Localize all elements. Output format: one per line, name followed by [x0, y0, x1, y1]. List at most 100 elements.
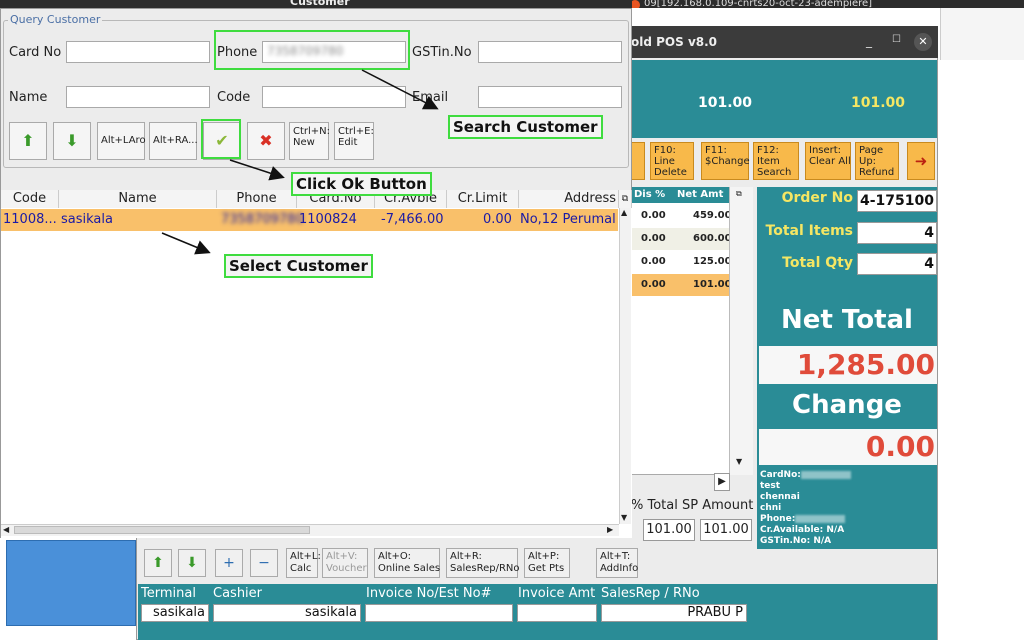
customer-dialog-title: Customer — [290, 0, 350, 8]
alt-larrow-button[interactable]: Alt+LAro — [97, 122, 146, 160]
card-no-label: Card No — [9, 45, 62, 60]
salesrep-label: SalesRep / RNo — [601, 586, 700, 601]
col-cr-limit[interactable]: Cr.Limit — [447, 190, 519, 208]
background-window-title-text: 09[192.168.0.109-cnrts20-oct-23-adempier… — [644, 0, 873, 8]
arrow-down-icon[interactable]: ⬇ — [178, 549, 206, 577]
col-name[interactable]: Name — [59, 190, 217, 208]
refund-button[interactable]: Page Up: Refund — [855, 142, 899, 180]
code-field[interactable] — [262, 86, 406, 108]
arrow-up-icon[interactable]: ⬆ — [144, 549, 172, 577]
pos-table-row-selected[interactable]: 0.00 101.00 — [631, 274, 732, 296]
gstin-field[interactable] — [478, 41, 622, 63]
name-field[interactable] — [66, 86, 210, 108]
add-info-button[interactable]: Alt+T: AddInfo — [596, 548, 638, 578]
chevron-down-icon[interactable]: ▼ — [621, 513, 627, 522]
total-items-value: 4 — [857, 222, 937, 244]
invoice-amt-value — [517, 604, 597, 622]
online-sales-button[interactable]: Alt+O: Online Sales — [374, 548, 440, 578]
annotation-search-customer: Search Customer — [448, 115, 603, 139]
order-no-value: 4-175100 — [857, 190, 937, 212]
voucher-button[interactable]: Alt+V: Voucher — [322, 548, 368, 578]
row-code: 11008... — [3, 212, 57, 227]
customer-info: CardNo: test chennai chni Phone: Cr.Avai… — [760, 470, 936, 547]
maximize-icon[interactable]: ☐ — [892, 34, 901, 45]
chevron-down-icon[interactable]: ▼ — [736, 457, 742, 466]
line-delete-button[interactable]: F10: Line Delete — [650, 142, 694, 180]
ok-button-highlight-box — [201, 119, 241, 159]
col-phone[interactable]: Phone — [217, 190, 297, 208]
row-phone: 7358709780 — [221, 212, 304, 227]
background-window-content — [940, 60, 1024, 640]
edit-button[interactable]: Ctrl+E: Edit — [334, 122, 374, 160]
invoice-no-value — [365, 604, 513, 622]
invoice-amt-label: Invoice Amt — [518, 586, 596, 601]
total-items-label: Total Items — [765, 223, 853, 239]
net-total-value: 1,285.00 — [759, 346, 937, 384]
product-image-panel — [6, 540, 136, 626]
table-vertical-scrollbar[interactable]: ▲ ▼ — [619, 208, 631, 524]
pos-table-row[interactable]: 0.00 125.00 — [631, 251, 732, 273]
pos-table-scrollbar[interactable]: ⧉ ▼ — [729, 187, 753, 475]
pos-table-row[interactable]: 0.00 600.00 — [631, 228, 732, 250]
fkey-partial-button[interactable] — [631, 142, 645, 180]
calc-button[interactable]: Alt+L: Calc — [286, 548, 321, 578]
alt-ra-button[interactable]: Alt+RA... — [149, 122, 198, 160]
customer-table — [1, 190, 632, 538]
row-cr-limit: 0.00 — [483, 212, 512, 227]
net-total-label: Net Total — [781, 305, 913, 335]
background-window-title: 09[192.168.0.109-cnrts20-oct-23-adempier… — [630, 0, 1024, 8]
cashier-value: sasikala — [213, 604, 361, 622]
minus-icon[interactable]: − — [250, 549, 278, 577]
total-qty-label: Total Qty — [782, 255, 853, 271]
query-customer-legend: Query Customer — [8, 13, 103, 26]
change-button[interactable]: F11: $Change — [701, 142, 750, 180]
salesrep-button[interactable]: Alt+R: SalesRep/RNo — [446, 548, 520, 578]
email-field[interactable] — [478, 86, 622, 108]
pos-summary-value: 101.00 — [698, 95, 753, 111]
row-address: No,12 Perumal — [520, 212, 616, 227]
sp-amount-value: 101.00 — [700, 519, 752, 541]
code-label: Code — [217, 90, 251, 105]
terminal-label: Terminal — [141, 586, 196, 601]
email-label: Email — [412, 90, 449, 105]
salesrep-value: PRABU P — [601, 604, 747, 622]
item-search-button[interactable]: F12: Item Search — [753, 142, 799, 180]
minimize-icon[interactable]: _ — [866, 34, 872, 48]
cashier-label: Cashier — [213, 586, 263, 601]
chevron-up-icon[interactable]: ▲ — [621, 208, 627, 217]
pos-col-dis: Dis % — [634, 189, 666, 200]
name-label: Name — [9, 90, 48, 105]
chevron-up-icon[interactable]: ⧉ — [736, 189, 742, 199]
pos-table-row[interactable]: 0.00 459.00 — [631, 205, 732, 227]
card-no-field[interactable] — [66, 41, 210, 63]
annotation-select-customer: Select Customer — [224, 254, 373, 278]
get-points-button[interactable]: Alt+P: Get Pts — [524, 548, 570, 578]
cancel-x-icon[interactable]: ✖ — [247, 122, 285, 160]
chevron-left-icon[interactable]: ◀ — [3, 525, 9, 534]
row-card-no: 1100824 — [299, 212, 357, 227]
pos-window-title: old POS v8.0 — [631, 35, 718, 49]
invoice-no-label: Invoice No/Est No# — [366, 586, 492, 601]
chevron-right-icon[interactable]: ▶ — [714, 473, 730, 491]
sp-value: 101.00 — [643, 519, 695, 541]
change-label: Change — [792, 390, 902, 420]
arrow-up-icon[interactable]: ⬆ — [9, 122, 47, 160]
chevron-right-icon[interactable]: ▶ — [607, 525, 613, 534]
exit-icon[interactable]: ➜ — [907, 142, 935, 180]
new-button[interactable]: Ctrl+N: New — [289, 122, 330, 160]
annotation-click-ok: Click Ok Button — [291, 172, 432, 196]
close-icon[interactable]: ✕ — [914, 33, 932, 51]
terminal-value: sasikala — [141, 604, 209, 622]
clear-all-button[interactable]: Insert: Clear All — [805, 142, 851, 180]
row-name: sasikala — [61, 212, 113, 227]
total-sp-amount-label: % Total SP Amount — [631, 498, 754, 513]
column-menu-icon[interactable]: ⧉ — [619, 190, 632, 208]
change-value: 0.00 — [759, 429, 937, 465]
col-code[interactable]: Code — [1, 190, 59, 208]
plus-icon[interactable]: + — [215, 549, 243, 577]
pos-summary-value-yellow: 101.00 — [851, 95, 906, 111]
gstin-label: GSTin.No — [412, 45, 472, 60]
arrow-down-icon[interactable]: ⬇ — [53, 122, 91, 160]
scrollbar-thumb[interactable] — [14, 526, 310, 534]
col-address[interactable]: Address — [519, 190, 619, 208]
